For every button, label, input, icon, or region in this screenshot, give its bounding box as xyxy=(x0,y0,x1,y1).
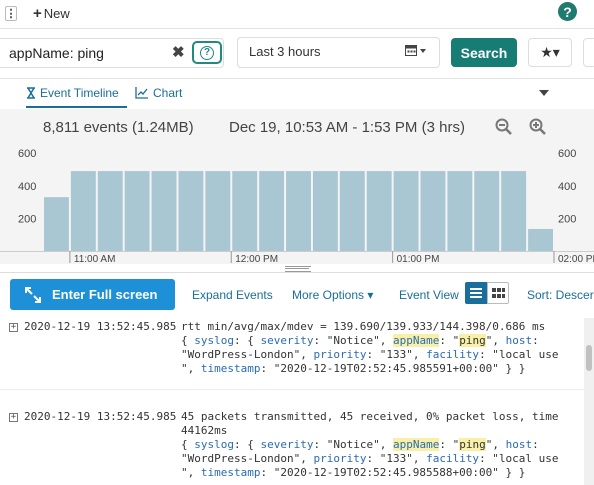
x-tick-label: 11:00 AM xyxy=(74,254,116,265)
expand-icon xyxy=(25,286,41,303)
tab-event-timeline[interactable]: Event Timeline xyxy=(26,86,119,100)
scrollbar[interactable] xyxy=(584,318,594,485)
y-tick-label-left: 400 xyxy=(18,181,36,193)
event-details: { syslog: { severity: "Notice", appName:… xyxy=(181,334,559,375)
extra-button[interactable] xyxy=(583,38,594,67)
list-icon xyxy=(470,288,482,298)
time-range-label: Dec 19, 10:53 AM - 1:53 PM (3 hrs) xyxy=(229,119,465,136)
list-view-button[interactable] xyxy=(465,282,487,304)
expand-row-icon[interactable]: + xyxy=(9,323,18,332)
line-chart-icon xyxy=(135,87,148,99)
divider xyxy=(0,28,594,29)
expand-row-icon[interactable]: + xyxy=(9,413,18,422)
menu-button[interactable]: ⋮ xyxy=(5,6,17,21)
favorites-button[interactable]: ★▾ xyxy=(528,38,572,67)
search-query[interactable]: appName: ping xyxy=(9,45,104,61)
x-tick-label: 02:00 PM xyxy=(558,254,594,265)
histogram-bar[interactable] xyxy=(232,171,258,251)
y-tick-label-left: 600 xyxy=(18,148,36,160)
host-value: WordPress-London xyxy=(187,452,294,465)
plus-icon: + xyxy=(33,5,42,22)
help-icon[interactable]: ? xyxy=(558,2,577,21)
grid-view-button[interactable] xyxy=(487,282,509,304)
histogram-bar[interactable] xyxy=(501,171,527,251)
expand-events-link[interactable]: Expand Events xyxy=(192,288,273,302)
divider xyxy=(0,389,584,390)
calendar-dropdown-icon[interactable] xyxy=(405,44,427,60)
histogram-bar[interactable] xyxy=(420,171,446,251)
histogram-bar[interactable] xyxy=(124,171,150,251)
zoom-out-icon[interactable] xyxy=(495,118,513,141)
x-tick-label: 01:00 PM xyxy=(397,254,440,265)
zoom-in-icon[interactable] xyxy=(529,118,547,141)
event-message: 45 packets transmitted, 45 received, 0% … xyxy=(181,410,559,423)
full-screen-button[interactable]: Enter Full screen xyxy=(10,279,175,310)
severity-value: Notice xyxy=(333,438,374,451)
hourglass-icon xyxy=(27,87,35,99)
histogram-bar[interactable] xyxy=(70,171,96,251)
facility-value: local use xyxy=(498,452,559,465)
priority-value: 133 xyxy=(386,348,407,361)
event-count: 8,811 events (1.24MB) xyxy=(43,119,194,136)
new-button[interactable]: + New xyxy=(33,5,70,22)
y-tick-label-left: 200 xyxy=(18,213,36,225)
time-range-value: Last 3 hours xyxy=(249,44,321,59)
timestamp-value: 2020-12-19T02:52:45.985588+00:00 xyxy=(280,466,493,479)
histogram-bar[interactable] xyxy=(393,171,419,251)
event-timestamp: 2020-12-19 13:52:45.985 xyxy=(24,410,177,423)
histogram-bar[interactable] xyxy=(44,197,69,251)
histogram-bar[interactable] xyxy=(205,171,231,251)
severity-value: Notice xyxy=(333,334,374,347)
y-tick-label-right: 400 xyxy=(558,181,576,193)
clear-icon[interactable]: ✖ xyxy=(172,43,185,61)
collapse-panel-icon[interactable] xyxy=(539,90,549,96)
event-message: rtt min/avg/max/mdev = 139.690/139.933/1… xyxy=(181,320,546,333)
y-tick-label-right: 200 xyxy=(558,213,576,225)
histogram-bar[interactable] xyxy=(447,171,473,251)
histogram-bar[interactable] xyxy=(178,171,204,251)
event-view-label: Event View xyxy=(399,288,459,302)
histogram-bar[interactable] xyxy=(339,171,365,251)
appname-value: ping xyxy=(459,334,486,347)
histogram-bar[interactable] xyxy=(474,171,500,251)
y-tick-label-right: 600 xyxy=(558,148,576,160)
tab-timeline-label: Event Timeline xyxy=(40,86,119,100)
question-icon: ? xyxy=(200,45,214,60)
priority-value: 133 xyxy=(386,452,407,465)
event-timestamp: 2020-12-19 13:52:45.985 xyxy=(24,320,177,333)
event-details: { syslog: { severity: "Notice", appName:… xyxy=(181,438,559,479)
active-tab-indicator xyxy=(26,106,127,108)
histogram-bar[interactable] xyxy=(259,171,285,251)
event-message-continued: 44162ms xyxy=(181,424,228,437)
grid-icon xyxy=(492,288,505,298)
scrollbar-thumb[interactable] xyxy=(586,345,592,371)
histogram-bar[interactable] xyxy=(97,171,123,251)
tab-chart-label: Chart xyxy=(153,86,183,100)
full-screen-label: Enter Full screen xyxy=(52,287,158,302)
facility-value: local use xyxy=(498,348,559,361)
tab-chart[interactable]: Chart xyxy=(135,86,182,100)
event-histogram[interactable]: 200 200 400 400 600 600 11:00 AM 12:00 PM 01:00… xyxy=(0,145,594,265)
new-label: New xyxy=(43,6,70,21)
event-list: + 2020-12-19 13:52:45.985 rtt min/avg/ma… xyxy=(0,318,584,485)
timestamp-value: 2020-12-19T02:52:45.985591+00:00 xyxy=(280,362,493,375)
query-help-button[interactable]: ? xyxy=(192,41,222,64)
histogram-bar[interactable] xyxy=(528,228,553,251)
more-options-dropdown[interactable]: More Options ▾ xyxy=(292,288,373,302)
histogram-bar[interactable] xyxy=(286,171,311,251)
divider xyxy=(0,272,594,273)
sort-dropdown[interactable]: Sort: Descer xyxy=(527,288,594,302)
histogram-bar[interactable] xyxy=(366,171,392,251)
histogram-bar[interactable] xyxy=(151,171,177,251)
search-button[interactable]: Search xyxy=(451,38,517,67)
x-tick-label: 12:00 PM xyxy=(235,254,278,265)
appname-value: ping xyxy=(459,438,486,451)
histogram-bar[interactable] xyxy=(312,171,338,251)
host-value: WordPress-London xyxy=(187,348,294,361)
